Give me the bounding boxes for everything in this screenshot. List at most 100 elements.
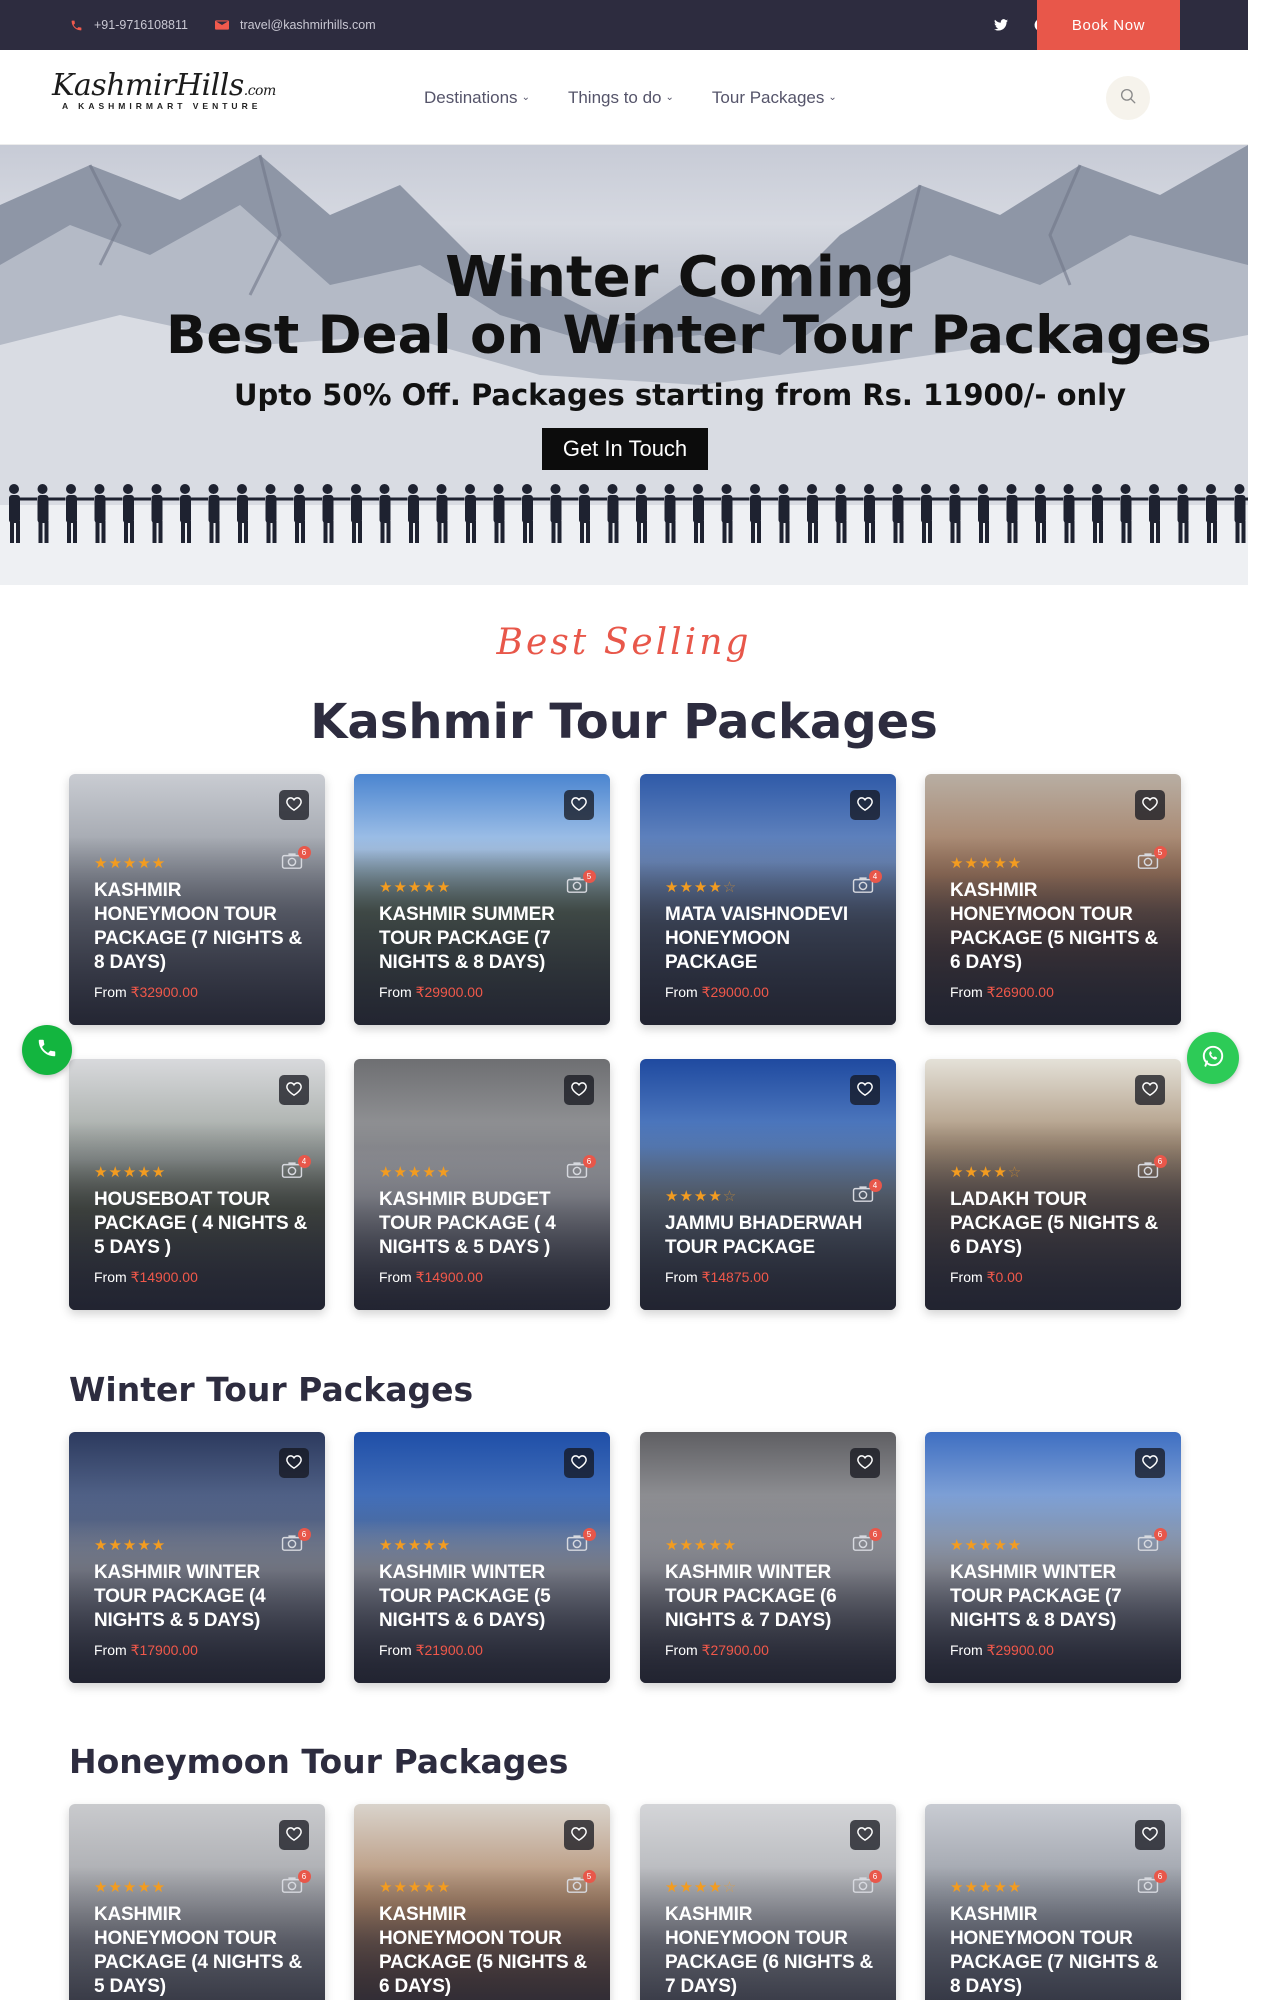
package-name[interactable]: LADAKH TOUR PACKAGE (5 NIGHTS & 6 DAYS) <box>950 1188 1165 1260</box>
tour-package-card[interactable]: ★★★★★ 4 HOUSEBOAT TOUR PACKAGE ( 4 NIGHTS … <box>69 1059 325 1310</box>
star-rating: ★★★★★ 5 <box>379 870 596 895</box>
package-price: From ₹14900.00 <box>379 1269 483 1285</box>
package-name[interactable]: KASHMIR HONEYMOON TOUR PACKAGE (7 NIGHTS… <box>950 1903 1165 1999</box>
heart-icon <box>857 1454 873 1473</box>
tour-package-card[interactable]: ★★★★★ 6 KASHMIR HONEYMOON TOUR PACKAGE (7 … <box>925 1804 1181 2000</box>
wishlist-button[interactable] <box>850 1075 880 1105</box>
whatsapp-float-button[interactable] <box>1187 1032 1239 1084</box>
camera-icon[interactable]: 6 <box>281 1870 311 1896</box>
wishlist-button[interactable] <box>850 790 880 820</box>
wishlist-button[interactable] <box>850 1820 880 1850</box>
email-link[interactable]: travel@kashmirhills.com <box>214 17 376 33</box>
package-price: From ₹29000.00 <box>665 984 769 1000</box>
tour-package-card[interactable]: ★★★★☆ 4 MATA VAISHNODEVI HONEYMOON PACKAGE… <box>640 774 896 1025</box>
mail-icon <box>214 17 230 33</box>
tour-package-card[interactable]: ★★★★★ 5 KASHMIR HONEYMOON TOUR PACKAGE (5 … <box>354 1804 610 2000</box>
camera-icon[interactable]: 6 <box>566 1155 596 1181</box>
package-name[interactable]: JAMMU BHADERWAH TOUR PACKAGE <box>665 1212 880 1260</box>
star-rating: ★★★★★ 4 <box>94 1155 311 1180</box>
camera-icon[interactable]: 6 <box>1137 1528 1167 1554</box>
tour-package-card[interactable]: ★★★★☆ 6 KASHMIR HONEYMOON TOUR PACKAGE (6 … <box>640 1804 896 2000</box>
wishlist-button[interactable] <box>279 790 309 820</box>
package-name[interactable]: KASHMIR SUMMER TOUR PACKAGE (7 NIGHTS & … <box>379 903 594 975</box>
wishlist-button[interactable] <box>1135 1448 1165 1478</box>
book-now-button[interactable]: Book Now <box>1037 0 1180 50</box>
contact-info: +91-9716108811 travel@kashmirhills.com <box>68 17 376 33</box>
tour-package-card[interactable]: ★★★★☆ 6 LADAKH TOUR PACKAGE (5 NIGHTS & 6 … <box>925 1059 1181 1310</box>
tour-package-card[interactable]: ★★★★★ 5 KASHMIR SUMMER TOUR PACKAGE (7 NIG… <box>354 774 610 1025</box>
camera-icon[interactable]: 5 <box>566 870 596 896</box>
phone-number: +91-9716108811 <box>94 18 188 32</box>
package-info: ★★★★☆ 4 MATA VAISHNODEVI HONEYMOON PACKAGE… <box>665 870 882 1001</box>
package-info: ★★★★★ 4 HOUSEBOAT TOUR PACKAGE ( 4 NIGHTS … <box>94 1155 311 1286</box>
twitter-icon[interactable] <box>992 16 1010 34</box>
photo-count-badge: 4 <box>869 870 882 883</box>
wishlist-button[interactable] <box>1135 1820 1165 1850</box>
nav-things-to-do[interactable]: Things to do ⌄ <box>568 88 674 108</box>
camera-icon[interactable]: 6 <box>852 1528 882 1554</box>
wishlist-button[interactable] <box>279 1075 309 1105</box>
tour-package-card[interactable]: ★★★★★ 6 KASHMIR HONEYMOON TOUR PACKAGE (4 … <box>69 1804 325 2000</box>
tour-package-card[interactable]: ★★★★★ 6 KASHMIR WINTER TOUR PACKAGE (7 NIG… <box>925 1432 1181 1683</box>
package-name[interactable]: MATA VAISHNODEVI HONEYMOON PACKAGE <box>665 903 880 975</box>
package-name[interactable]: KASHMIR HONEYMOON TOUR PACKAGE (7 NIGHTS… <box>94 879 309 975</box>
wishlist-button[interactable] <box>1135 790 1165 820</box>
wishlist-button[interactable] <box>850 1448 880 1478</box>
package-name[interactable]: KASHMIR WINTER TOUR PACKAGE (7 NIGHTS & … <box>950 1561 1165 1633</box>
package-name[interactable]: KASHMIR BUDGET TOUR PACKAGE ( 4 NIGHTS &… <box>379 1188 594 1260</box>
camera-icon[interactable]: 4 <box>852 870 882 896</box>
wishlist-button[interactable] <box>564 790 594 820</box>
heart-icon <box>857 1826 873 1845</box>
camera-icon[interactable]: 5 <box>1137 846 1167 872</box>
wishlist-button[interactable] <box>279 1448 309 1478</box>
package-name[interactable]: HOUSEBOAT TOUR PACKAGE ( 4 NIGHTS & 5 DA… <box>94 1188 309 1260</box>
star-rating: ★★★★☆ 4 <box>665 1179 882 1204</box>
search-button[interactable] <box>1106 76 1150 120</box>
wishlist-button[interactable] <box>564 1075 594 1105</box>
photo-count-badge: 6 <box>1154 1528 1167 1541</box>
camera-icon[interactable]: 6 <box>852 1870 882 1896</box>
package-name[interactable]: KASHMIR HONEYMOON TOUR PACKAGE (4 NIGHTS… <box>94 1903 309 1999</box>
camera-icon[interactable]: 6 <box>1137 1155 1167 1181</box>
package-name[interactable]: KASHMIR HONEYMOON TOUR PACKAGE (5 NIGHTS… <box>379 1903 594 1999</box>
site-logo[interactable]: KashmirHills.com A KASHMIRMART VENTURE <box>52 68 276 124</box>
package-name[interactable]: KASHMIR WINTER TOUR PACKAGE (6 NIGHTS & … <box>665 1561 880 1633</box>
camera-icon[interactable]: 6 <box>1137 1870 1167 1896</box>
package-name[interactable]: KASHMIR WINTER TOUR PACKAGE (4 NIGHTS & … <box>94 1561 309 1633</box>
photo-count-badge: 6 <box>583 1155 596 1168</box>
wishlist-button[interactable] <box>279 1820 309 1850</box>
nav-destinations[interactable]: Destinations ⌄ <box>424 88 530 108</box>
people-silhouettes <box>9 484 1248 543</box>
package-info: ★★★★★ 5 KASHMIR HONEYMOON TOUR PACKAGE (5 … <box>950 846 1167 1001</box>
package-name[interactable]: KASHMIR HONEYMOON TOUR PACKAGE (5 NIGHTS… <box>950 879 1165 975</box>
camera-icon[interactable]: 5 <box>566 1870 596 1896</box>
package-info: ★★★★☆ 4 JAMMU BHADERWAH TOUR PACKAGE From ₹… <box>665 1179 882 1286</box>
phone-link[interactable]: +91-9716108811 <box>68 17 188 33</box>
camera-icon[interactable]: 5 <box>566 1528 596 1554</box>
star-rating: ★★★★★ 6 <box>379 1155 596 1180</box>
package-name[interactable]: KASHMIR WINTER TOUR PACKAGE (5 NIGHTS & … <box>379 1561 594 1633</box>
wishlist-button[interactable] <box>564 1448 594 1478</box>
tour-package-card[interactable]: ★★★★★ 6 KASHMIR WINTER TOUR PACKAGE (4 NIG… <box>69 1432 325 1683</box>
camera-icon[interactable]: 4 <box>852 1179 882 1205</box>
tour-package-card[interactable]: ★★★★★ 6 KASHMIR HONEYMOON TOUR PACKAGE (7 … <box>69 774 325 1025</box>
wishlist-button[interactable] <box>1135 1075 1165 1105</box>
phone-icon <box>36 1037 58 1063</box>
tour-package-card[interactable]: ★★★★☆ 4 JAMMU BHADERWAH TOUR PACKAGE From ₹… <box>640 1059 896 1310</box>
star-rating: ★★★★★ 6 <box>94 846 311 871</box>
call-float-button[interactable] <box>22 1025 72 1075</box>
package-name[interactable]: KASHMIR HONEYMOON TOUR PACKAGE (6 NIGHTS… <box>665 1903 880 1999</box>
camera-icon[interactable]: 6 <box>281 846 311 872</box>
camera-icon[interactable]: 4 <box>281 1155 311 1181</box>
heart-icon <box>1142 1454 1158 1473</box>
camera-icon[interactable]: 6 <box>281 1528 311 1554</box>
tour-package-card[interactable]: ★★★★★ 5 KASHMIR HONEYMOON TOUR PACKAGE (5 … <box>925 774 1181 1025</box>
logo-tagline: A KASHMIRMART VENTURE <box>62 101 262 111</box>
tour-package-card[interactable]: ★★★★★ 6 KASHMIR BUDGET TOUR PACKAGE ( 4 NI… <box>354 1059 610 1310</box>
wishlist-button[interactable] <box>564 1820 594 1850</box>
get-in-touch-button[interactable]: Get In Touch <box>542 428 708 470</box>
tour-package-card[interactable]: ★★★★★ 6 KASHMIR WINTER TOUR PACKAGE (6 NIG… <box>640 1432 896 1683</box>
package-price: From ₹29900.00 <box>379 984 483 1000</box>
tour-package-card[interactable]: ★★★★★ 5 KASHMIR WINTER TOUR PACKAGE (5 NIG… <box>354 1432 610 1683</box>
nav-tour-packages[interactable]: Tour Packages ⌄ <box>712 88 837 108</box>
